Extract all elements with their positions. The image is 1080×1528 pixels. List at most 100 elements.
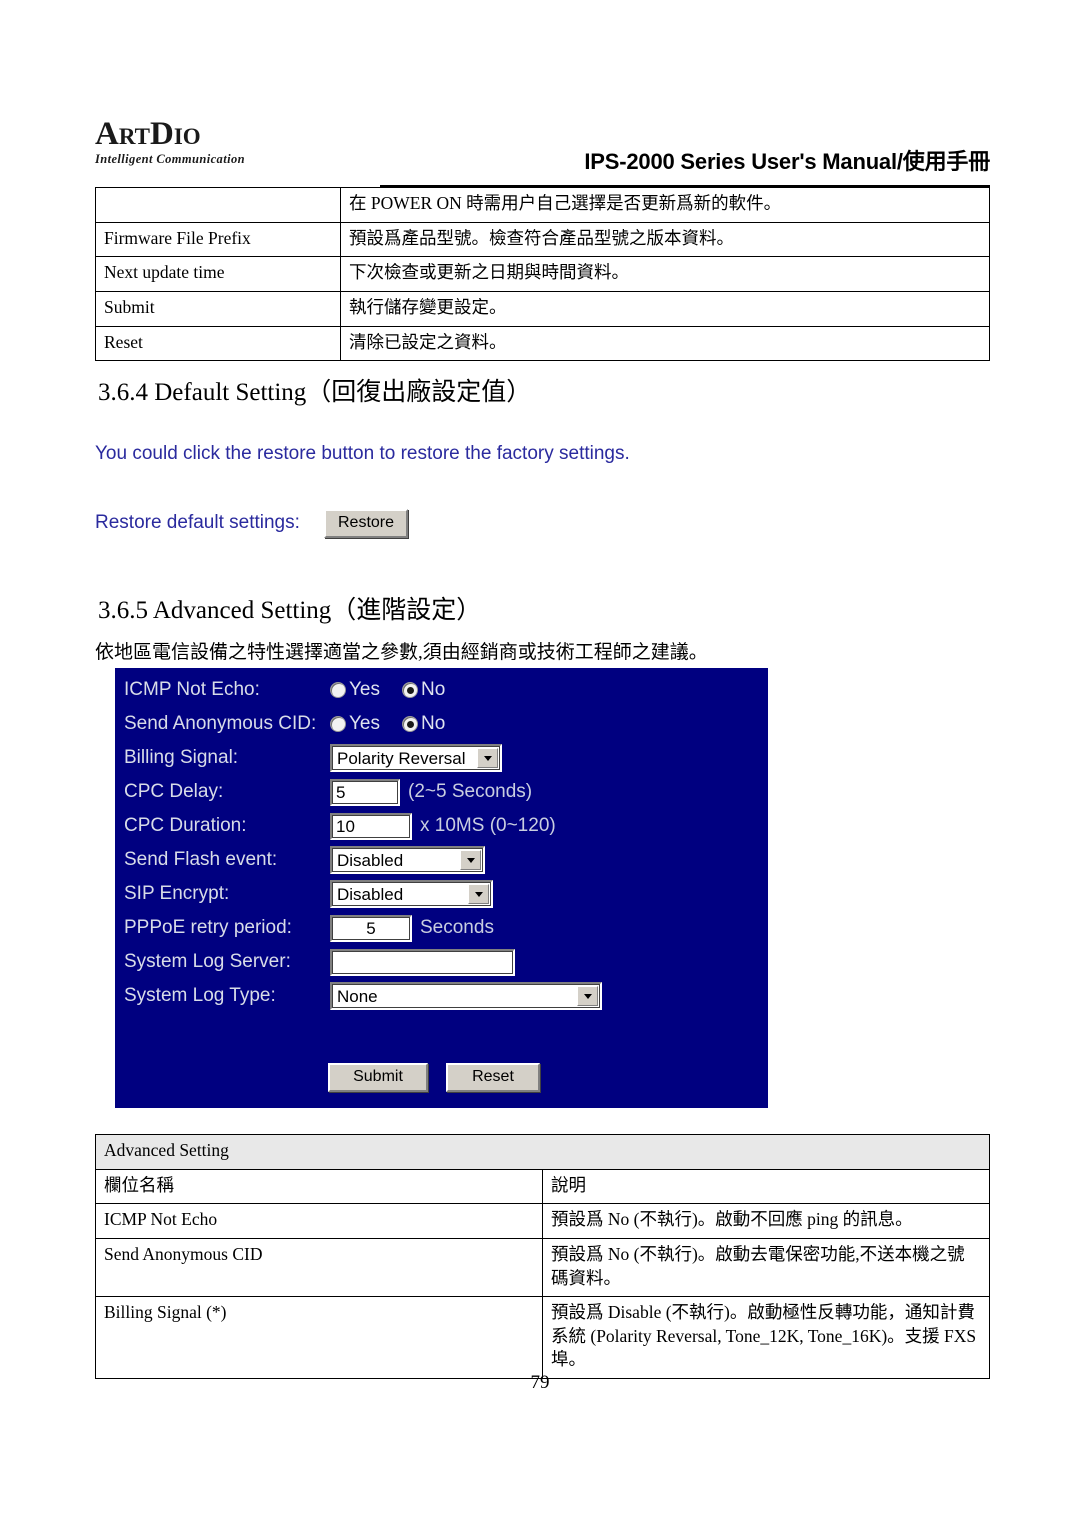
table-cell-desc: 預設爲 No (不執行)。啟動不回應 ping 的訊息。 — [542, 1203, 990, 1239]
sip-encrypt-select[interactable]: Disabled — [330, 880, 493, 908]
heading-default-setting: 3.6.4 Default Setting（回復出廠設定值） — [98, 379, 532, 406]
pppoe-retry-period-input[interactable]: 5 — [330, 914, 412, 942]
table-row: Send Anonymous CID 預設爲 No (不執行)。啟動去電保密功能… — [95, 1237, 990, 1298]
document-page: ARTDIO Intelligent Communication IPS-200… — [0, 0, 1080, 1528]
advanced-setting-panel: ICMP Not Echo: Yes No Send Anonymous CID… — [115, 668, 768, 1108]
cpc-delay-hint: (2~5 Seconds) — [408, 781, 533, 802]
table-cell-field: ICMP Not Echo — [95, 1203, 543, 1239]
billing-signal-control: Polarity Reversal — [330, 744, 502, 772]
billing-signal-select[interactable]: Polarity Reversal — [330, 744, 502, 772]
field-row-icmp-not-echo: ICMP Not Echo: Yes No — [124, 673, 764, 707]
send-anonymous-cid-radio-yes[interactable]: Yes — [330, 713, 380, 735]
field-row-send-flash-event: Send Flash event: Disabled — [124, 843, 764, 877]
cpc-duration-hint: x 10MS (0~120) — [420, 815, 556, 836]
table-cell-field: Billing Signal (*) — [95, 1296, 543, 1379]
table-row: Firmware File Prefix 預設爲產品型號。檢查符合產品型號之版本… — [95, 221, 990, 258]
icmp-not-echo-radio-group: Yes No — [330, 679, 445, 701]
system-log-server-label: System Log Server: — [124, 951, 291, 973]
radio-label: No — [421, 679, 446, 700]
restore-default-settings-label: Restore default settings: — [95, 512, 300, 533]
cpc-duration-label: CPC Duration: — [124, 815, 247, 837]
send-flash-event-control: Disabled — [330, 846, 485, 874]
send-anonymous-cid-radio-no[interactable]: No — [402, 713, 445, 735]
table-row: Reset 清除已設定之資料。 — [95, 325, 990, 362]
table-row: Submit 執行儲存變更設定。 — [95, 290, 990, 327]
table-cell-field: Firmware File Prefix — [95, 221, 341, 258]
radio-icon[interactable] — [330, 716, 346, 732]
table-title: Advanced Setting — [95, 1134, 990, 1170]
chevron-down-icon[interactable] — [577, 986, 598, 1006]
restore-button[interactable]: Restore — [324, 509, 409, 538]
page-number: 79 — [530, 1372, 550, 1393]
table-row: Next update time 下次檢查或更新之日期與時間資料。 — [95, 256, 990, 292]
table-header-row: 欄位名稱 說明 — [95, 1168, 990, 1205]
billing-signal-label: Billing Signal: — [124, 747, 239, 769]
radio-icon-selected[interactable] — [402, 682, 418, 698]
cpc-delay-control: 5 (2~5 Seconds) — [330, 778, 533, 806]
system-log-server-control — [330, 948, 515, 976]
cpc-delay-label: CPC Delay: — [124, 781, 224, 803]
restore-info-text: You could click the restore button to re… — [95, 443, 630, 464]
column-header-desc: 說明 — [542, 1168, 990, 1205]
table-cell-field: Reset — [95, 325, 341, 362]
radio-icon-selected[interactable] — [402, 716, 418, 732]
table-row: ICMP Not Echo 預設爲 No (不執行)。啟動不回應 ping 的訊… — [95, 1203, 990, 1239]
field-row-send-anonymous-cid: Send Anonymous CID: Yes No — [124, 707, 764, 741]
radio-label: Yes — [349, 713, 380, 734]
chevron-down-icon[interactable] — [460, 850, 481, 870]
firmware-settings-table: 在 POWER ON 時需用户自己選擇是否更新爲新的軟件。 Firmware F… — [95, 187, 990, 362]
table-title-row: Advanced Setting — [95, 1134, 990, 1170]
send-flash-event-label: Send Flash event: — [124, 849, 278, 871]
field-row-sip-encrypt: SIP Encrypt: Disabled — [124, 877, 764, 911]
cpc-duration-control: 10 x 10MS (0~120) — [330, 812, 556, 840]
reset-button[interactable]: Reset — [446, 1063, 540, 1092]
send-anonymous-cid-control: Yes No — [330, 713, 445, 735]
field-row-cpc-delay: CPC Delay: 5 (2~5 Seconds) — [124, 775, 764, 809]
table-cell-field — [95, 187, 341, 223]
icmp-not-echo-radio-no[interactable]: No — [402, 679, 445, 701]
heading-advanced-setting: 3.6.5 Advanced Setting（進階設定） — [98, 597, 482, 624]
advanced-setting-form: ICMP Not Echo: Yes No Send Anonymous CID… — [124, 673, 764, 1013]
radio-icon[interactable] — [330, 682, 346, 698]
icmp-not-echo-label: ICMP Not Echo: — [124, 679, 260, 701]
field-row-cpc-duration: CPC Duration: 10 x 10MS (0~120) — [124, 809, 764, 843]
field-row-system-log-type: System Log Type: None — [124, 979, 764, 1013]
submit-button[interactable]: Submit — [328, 1063, 428, 1092]
field-row-billing-signal: Billing Signal: Polarity Reversal — [124, 741, 764, 775]
send-anonymous-cid-radio-group: Yes No — [330, 713, 445, 735]
table-cell-desc: 在 POWER ON 時需用户自己選擇是否更新爲新的軟件。 — [340, 187, 990, 223]
icmp-not-echo-radio-yes[interactable]: Yes — [330, 679, 380, 701]
sip-encrypt-label: SIP Encrypt: — [124, 883, 230, 905]
system-log-type-value: None — [337, 987, 378, 1006]
table-cell-desc: 清除已設定之資料。 — [340, 325, 990, 362]
cpc-duration-input[interactable]: 10 — [330, 812, 412, 840]
system-log-server-input[interactable] — [330, 948, 515, 976]
table-cell-field: Submit — [95, 290, 341, 327]
icmp-not-echo-control: Yes No — [330, 679, 445, 701]
table-row: Billing Signal (*) 預設爲 Disable (不執行)。啟動極… — [95, 1296, 990, 1379]
table-cell-desc: 下次檢查或更新之日期與時間資料。 — [340, 256, 990, 292]
chevron-down-icon[interactable] — [468, 884, 489, 904]
radio-label: No — [421, 713, 446, 734]
column-header-field: 欄位名稱 — [95, 1168, 543, 1205]
advanced-setting-description: 依地區電信設備之特性選擇適當之參數,須由經銷商或技術工程師之建議。 — [95, 642, 708, 663]
table-cell-desc: 預設爲 Disable (不執行)。啟動極性反轉功能，通知計費系統 (Polar… — [542, 1296, 990, 1379]
table-cell-desc: 執行儲存變更設定。 — [340, 290, 990, 327]
send-flash-event-value: Disabled — [337, 851, 404, 870]
panel-action-buttons: Submit Reset — [328, 1063, 540, 1092]
manual-title: IPS-2000 Series User's Manual/使用手冊 — [584, 149, 990, 174]
send-flash-event-select[interactable]: Disabled — [330, 846, 485, 874]
table-cell-field: Next update time — [95, 256, 341, 292]
table-cell-desc: 預設爲 No (不執行)。啟動去電保密功能,不送本機之號碼資料。 — [542, 1237, 990, 1298]
field-row-system-log-server: System Log Server: — [124, 945, 764, 979]
send-anonymous-cid-label: Send Anonymous CID: — [124, 713, 317, 735]
system-log-type-label: System Log Type: — [124, 985, 276, 1007]
pppoe-retry-period-label: PPPoE retry period: — [124, 917, 292, 939]
artdio-logo: ARTDIO Intelligent Communication — [95, 118, 325, 167]
cpc-delay-input[interactable]: 5 — [330, 778, 400, 806]
system-log-type-control: None — [330, 982, 602, 1010]
system-log-type-select[interactable]: None — [330, 982, 602, 1010]
billing-signal-value: Polarity Reversal — [337, 749, 466, 768]
chevron-down-icon[interactable] — [477, 748, 498, 768]
field-row-pppoe-retry-period: PPPoE retry period: 5 Seconds — [124, 911, 764, 945]
